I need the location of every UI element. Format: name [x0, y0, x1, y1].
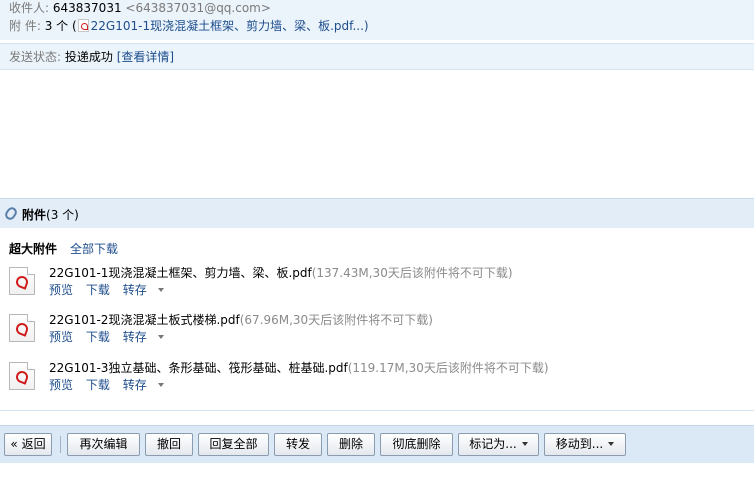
- preview-link[interactable]: 预览: [49, 330, 73, 344]
- attachments-title-text: 附件: [22, 208, 47, 222]
- mark-as-label: 标记为...: [469, 437, 517, 451]
- attachment-label: 附 件:: [9, 19, 41, 33]
- file-meta: (119.17M,30天后该附件将不可下载): [347, 361, 549, 375]
- file-actions: 预览 下载 转存: [49, 376, 173, 393]
- back-button[interactable]: « 返回: [4, 433, 52, 456]
- action-toolbar: « 返回 再次编辑 撤回 回复全部 转发 删除 彻底删除 标记为... 移动到.…: [0, 425, 754, 463]
- status-label: 发送状态:: [9, 50, 62, 64]
- acrobat-icon: [14, 369, 30, 385]
- preview-link[interactable]: 预览: [49, 283, 73, 297]
- save-to-dropdown[interactable]: 转存: [123, 378, 164, 392]
- attachments-header: 附件(3 个): [0, 198, 754, 228]
- move-to-label: 移动到...: [555, 437, 604, 451]
- caret-down-icon: [521, 442, 528, 446]
- preview-link[interactable]: 预览: [49, 378, 73, 392]
- caret-down-icon: [157, 288, 164, 292]
- pdf-file-icon[interactable]: [9, 362, 35, 390]
- attachments-count: (3 个): [46, 208, 79, 222]
- attachment-summary: 3 个 (: [44, 19, 77, 33]
- file-actions: 预览 下载 转存: [49, 328, 173, 345]
- file-name[interactable]: 22G101-3独立基础、条形基础、筏形基础、桩基础.pdf: [49, 361, 348, 375]
- attachment-item: 22G101-1现浇混凝土框架、剪力墙、梁、板.pdf(137.43M,30天后…: [0, 264, 754, 308]
- pdf-file-icon[interactable]: [9, 314, 35, 342]
- file-meta: (67.96M,30天后该附件将不可下载): [239, 313, 433, 327]
- attachment-item: 22G101-3独立基础、条形基础、筏形基础、桩基础.pdf(119.17M,3…: [0, 359, 754, 403]
- forward-button[interactable]: 转发: [274, 433, 322, 456]
- attachment-first-link[interactable]: 22G101-1现浇混凝土框架、剪力墙、梁、板.pdf...): [91, 19, 369, 33]
- edit-again-button[interactable]: 再次编辑: [67, 433, 140, 456]
- delivery-status-bar: 发送状态: 投递成功 [查看详情]: [0, 43, 754, 70]
- download-link[interactable]: 下载: [86, 330, 110, 344]
- mail-header: 收件人: 643837031 <643837031@qq.com> 附 件: 3…: [0, 0, 754, 40]
- attachment-item: 22G101-2现浇混凝土板式楼梯.pdf(67.96M,30天后该附件将不可下…: [0, 311, 754, 355]
- caret-down-icon: [157, 383, 164, 387]
- move-to-dropdown[interactable]: 移动到...: [544, 433, 626, 456]
- file-name[interactable]: 22G101-1现浇混凝土框架、剪力墙、梁、板.pdf: [49, 266, 312, 280]
- attachment-row: 附 件: 3 个 ( 22G101-1现浇混凝土框架、剪力墙、梁、板.pdf...…: [9, 18, 369, 34]
- save-to-dropdown[interactable]: 转存: [123, 283, 164, 297]
- caret-down-icon: [608, 442, 615, 446]
- download-link[interactable]: 下载: [86, 378, 110, 392]
- save-to-label: 转存: [122, 378, 147, 392]
- file-name-row: 22G101-2现浇混凝土板式楼梯.pdf(67.96M,30天后该附件将不可下…: [49, 311, 433, 328]
- pdf-icon: [77, 19, 89, 32]
- download-all-link[interactable]: 全部下载: [70, 240, 118, 257]
- recipient-email: <643837031@qq.com>: [125, 1, 271, 15]
- toolbar-separator: [60, 436, 61, 453]
- save-to-label: 转存: [122, 330, 147, 344]
- mark-as-dropdown[interactable]: 标记为...: [458, 433, 539, 456]
- delete-permanently-button[interactable]: 彻底删除: [380, 433, 453, 456]
- recipient-label: 收件人:: [9, 1, 50, 15]
- status-value: 投递成功: [64, 50, 113, 64]
- acrobat-icon: [14, 274, 30, 290]
- save-to-label: 转存: [122, 283, 147, 297]
- content-divider: [0, 410, 754, 411]
- caret-down-icon: [157, 335, 164, 339]
- acrobat-icon: [14, 321, 30, 337]
- recall-button[interactable]: 撤回: [145, 433, 193, 456]
- download-link[interactable]: 下载: [86, 283, 110, 297]
- paperclip-icon: [3, 205, 19, 222]
- reply-all-button[interactable]: 回复全部: [198, 433, 269, 456]
- status-details-link[interactable]: [查看详情]: [117, 50, 174, 64]
- file-name-row: 22G101-3独立基础、条形基础、筏形基础、桩基础.pdf(119.17M,3…: [49, 359, 549, 376]
- delete-button[interactable]: 删除: [327, 433, 375, 456]
- file-name[interactable]: 22G101-2现浇混凝土板式楼梯.pdf: [49, 313, 240, 327]
- attachments-title: 附件(3 个): [22, 206, 79, 223]
- save-to-dropdown[interactable]: 转存: [123, 330, 164, 344]
- status-row: 发送状态: 投递成功 [查看详情]: [9, 49, 174, 65]
- file-actions: 预览 下载 转存: [49, 281, 173, 298]
- pdf-file-icon[interactable]: [9, 267, 35, 295]
- recipient-name: 643837031: [52, 1, 122, 15]
- file-name-row: 22G101-1现浇混凝土框架、剪力墙、梁、板.pdf(137.43M,30天后…: [49, 264, 513, 281]
- file-meta: (137.43M,30天后该附件将不可下载): [311, 266, 513, 280]
- recipient-row: 收件人: 643837031 <643837031@qq.com>: [9, 0, 271, 16]
- section-label-large-attachments: 超大附件: [9, 242, 58, 256]
